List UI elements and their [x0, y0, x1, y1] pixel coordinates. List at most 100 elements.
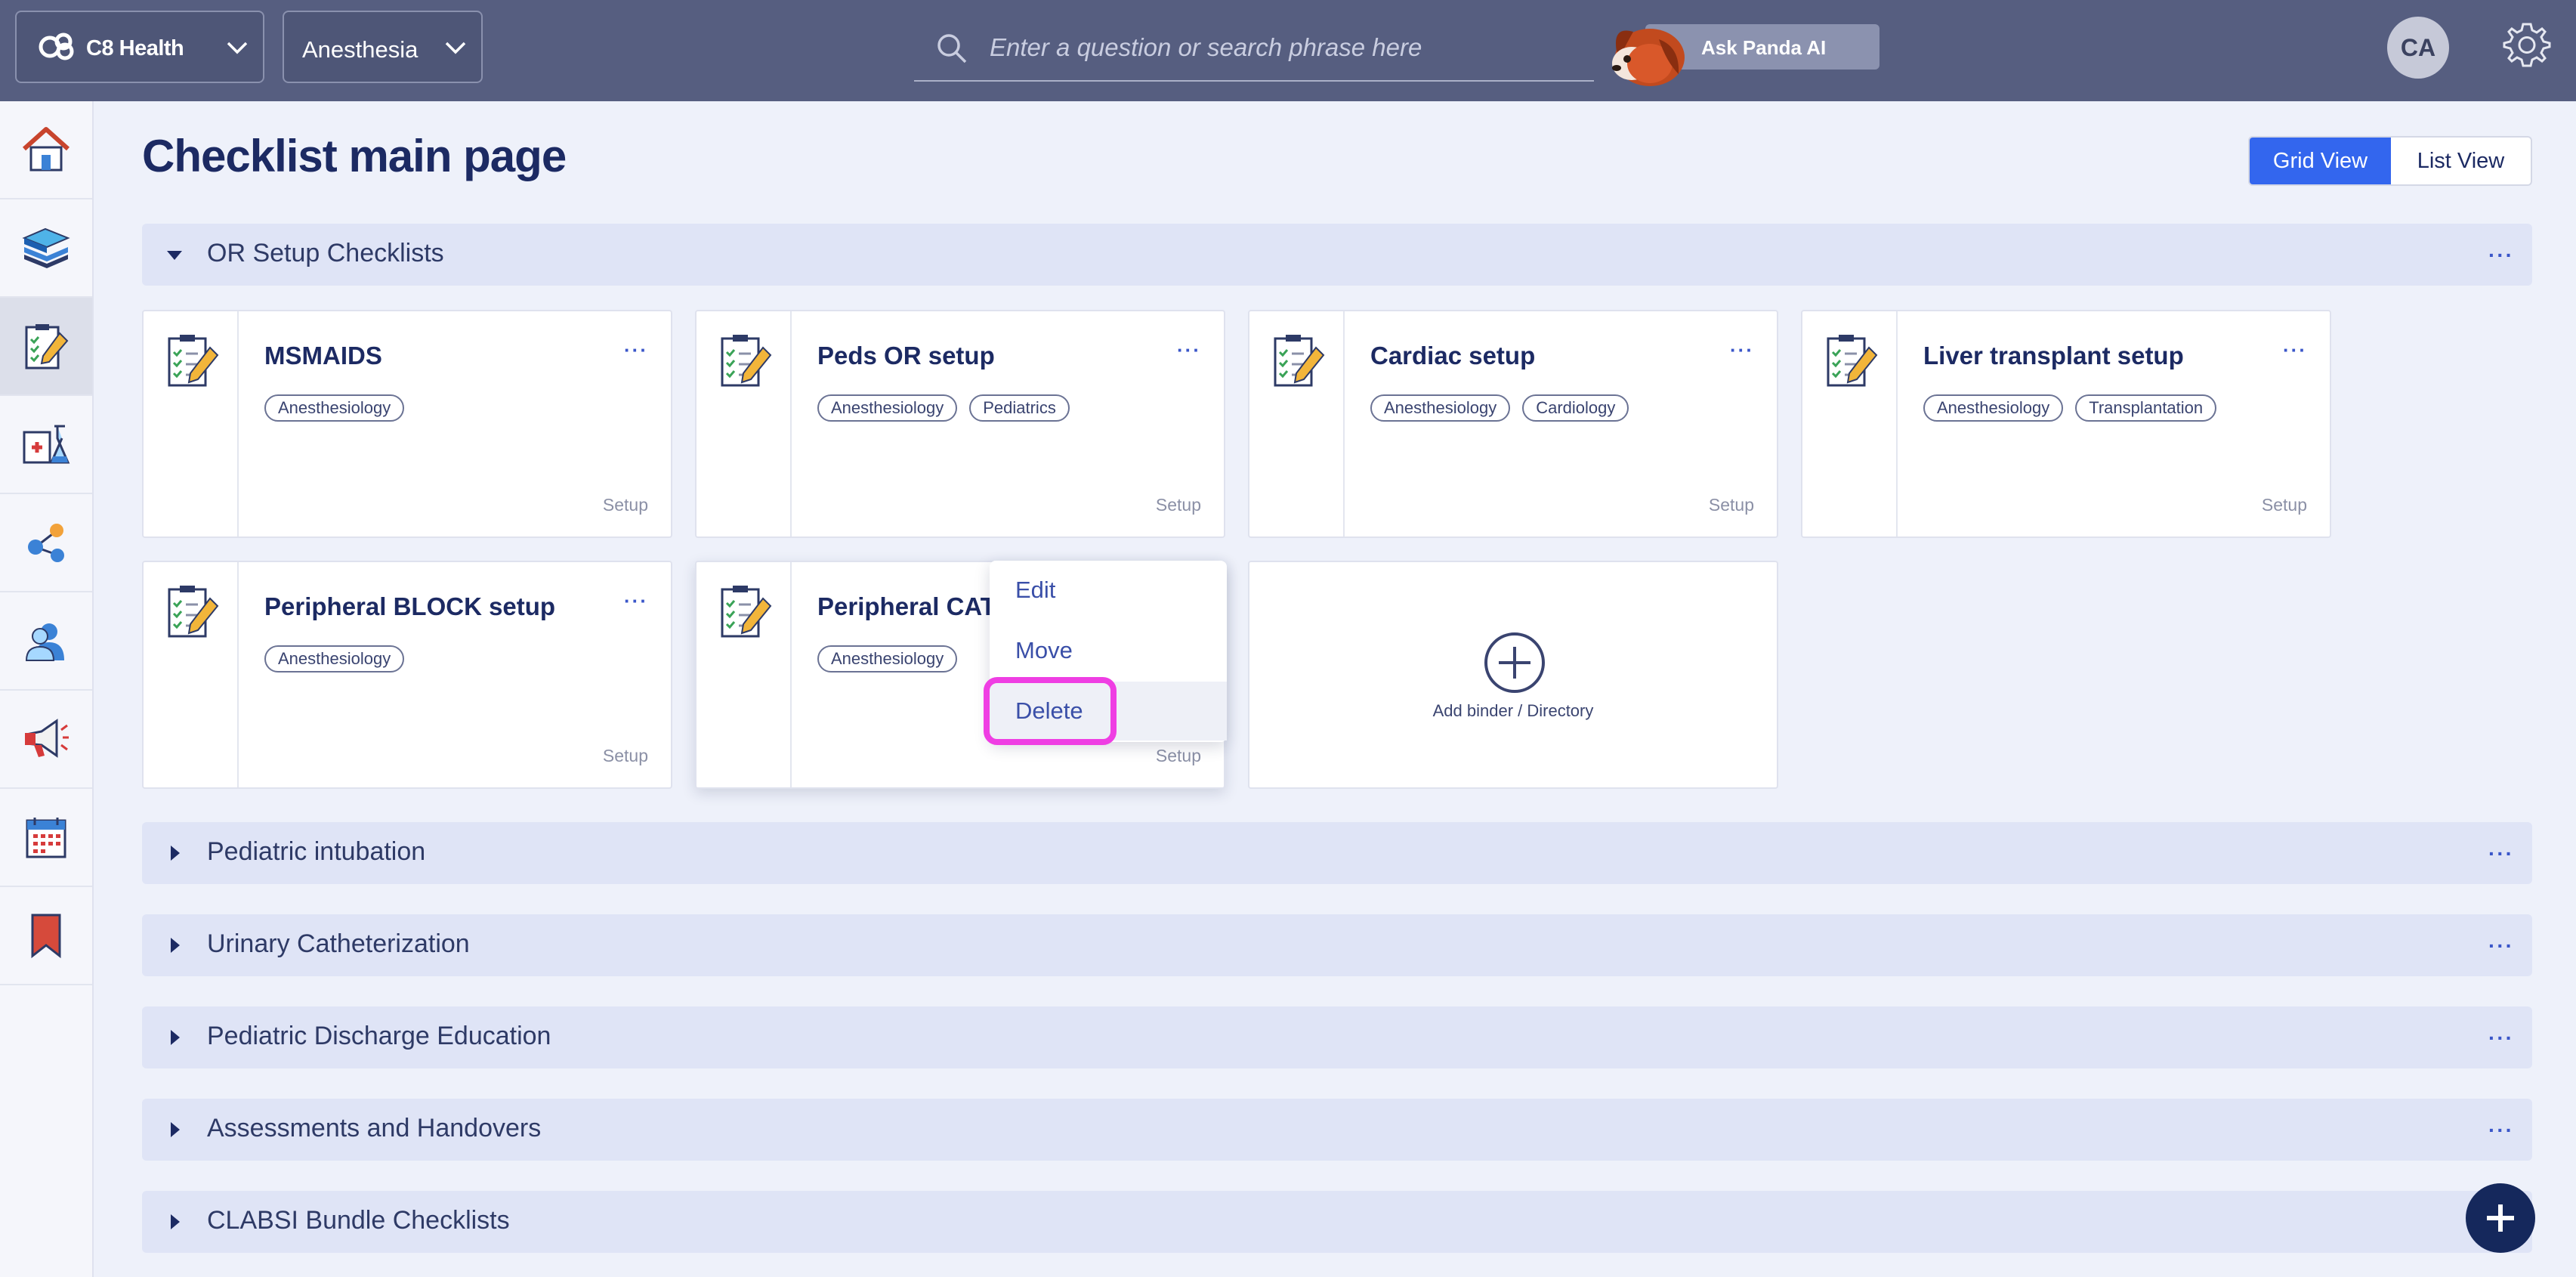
red-panda-icon — [1606, 17, 1689, 89]
menu-item-edit[interactable]: Edit — [990, 561, 1227, 620]
chevron-down-icon — [225, 38, 249, 57]
tag-cardiology: Cardiology — [1522, 394, 1629, 422]
view-toggle: Grid View List View — [2248, 136, 2532, 186]
tag-anesthesiology: Anesthesiology — [1923, 394, 2064, 422]
section-header[interactable]: Pediatric intubation ··· — [142, 822, 2532, 884]
section-header[interactable]: CLABSI Bundle Checklists — [142, 1191, 2532, 1253]
sidebar-item-users[interactable] — [0, 592, 92, 691]
library-books-icon — [20, 224, 73, 271]
org-selector[interactable]: C8 Health — [15, 11, 264, 83]
section-header[interactable]: Urinary Catheterization ··· — [142, 914, 2532, 976]
menu-item-move[interactable]: Move — [990, 621, 1227, 680]
users-icon — [23, 618, 69, 663]
more-options-icon[interactable]: ··· — [2488, 842, 2514, 866]
card-tags: Anesthesiology — [264, 394, 405, 422]
caret-right-icon[interactable] — [165, 1028, 184, 1047]
plus-circle-icon — [1482, 630, 1547, 695]
org-name: C8 Health — [86, 36, 184, 60]
checklist-card[interactable]: Peds OR setup ··· Anesthesiology Pediatr… — [695, 310, 1225, 538]
card-type: Setup — [602, 746, 648, 765]
card-type: Setup — [2261, 495, 2307, 515]
user-avatar[interactable]: CA — [2387, 17, 2449, 79]
tag-transplantation: Transplantation — [2075, 394, 2217, 422]
checklist-icon — [718, 331, 774, 390]
section-header[interactable]: Pediatric Discharge Education ··· — [142, 1006, 2532, 1068]
bookmark-icon — [28, 912, 64, 959]
home-icon — [20, 125, 73, 175]
checklist-icon — [1271, 331, 1327, 390]
sidebar-item-library[interactable] — [0, 199, 92, 298]
card-tags: Anesthesiology — [264, 645, 405, 673]
card-title: Cardiac setup — [1370, 342, 1536, 369]
top-bar: C8 Health Anesthesia Enter a question or… — [0, 0, 2576, 101]
checklist-icon — [165, 331, 221, 390]
more-options-icon[interactable]: ··· — [2488, 243, 2514, 267]
card-type: Setup — [1708, 495, 1754, 515]
caret-right-icon[interactable] — [165, 843, 184, 863]
section-title: CLABSI Bundle Checklists — [207, 1206, 510, 1235]
add-binder-card[interactable]: Add binder / Directory — [1248, 561, 1778, 789]
lab-icon — [21, 422, 71, 467]
card-title: Peripheral CAT — [817, 592, 996, 620]
section-header[interactable]: OR Setup Checklists ··· — [142, 224, 2532, 286]
tag-anesthesiology: Anesthesiology — [264, 645, 405, 673]
ask-panda-ai-label: Ask Panda AI — [1701, 36, 1827, 59]
card-title: Liver transplant setup — [1923, 342, 2184, 369]
plus-icon — [2466, 1183, 2535, 1253]
checklist-card[interactable]: MSMAIDS ··· Anesthesiology Setup — [142, 310, 672, 538]
c8-logo-icon — [38, 32, 80, 62]
checklist-card[interactable]: Peripheral BLOCK setup ··· Anesthesiolog… — [142, 561, 672, 789]
search-placeholder: Enter a question or search phrase here — [990, 33, 1422, 61]
announcements-icon — [22, 716, 70, 762]
department-name: Anesthesia — [302, 36, 419, 63]
network-icon — [23, 520, 69, 565]
checklist-card[interactable]: Liver transplant setup ··· Anesthesiolog… — [1801, 310, 2331, 538]
caret-right-icon[interactable] — [165, 1212, 184, 1232]
chevron-down-icon — [443, 38, 468, 57]
section-header[interactable]: Assessments and Handovers ··· — [142, 1099, 2532, 1161]
card-tags: Anesthesiology Cardiology — [1370, 394, 1629, 422]
grid-view-button[interactable]: Grid View — [2250, 138, 2391, 184]
more-options-icon[interactable]: ··· — [1730, 339, 1754, 362]
more-options-icon[interactable]: ··· — [1177, 339, 1201, 362]
card-type: Setup — [602, 495, 648, 515]
card-title: Peds OR setup — [817, 342, 995, 369]
more-options-icon[interactable]: ··· — [2488, 1118, 2514, 1142]
section-title: Assessments and Handovers — [207, 1114, 542, 1142]
list-view-button[interactable]: List View — [2391, 138, 2531, 184]
checklist-icon — [22, 321, 70, 371]
caret-right-icon[interactable] — [165, 1120, 184, 1139]
tag-anesthesiology: Anesthesiology — [817, 645, 958, 673]
gear-icon[interactable] — [2502, 20, 2552, 70]
sidebar-item-lab[interactable] — [0, 396, 92, 494]
delete-highlight-ring — [984, 677, 1117, 745]
sidebar-item-calendar[interactable] — [0, 789, 92, 887]
floating-add-button[interactable] — [2466, 1183, 2576, 1256]
section-title: Pediatric intubation — [207, 837, 426, 866]
more-options-icon[interactable]: ··· — [2488, 934, 2514, 958]
more-options-icon[interactable]: ··· — [2283, 339, 2307, 362]
search-input[interactable]: Enter a question or search phrase here — [914, 18, 1594, 82]
checklist-icon — [718, 582, 774, 641]
sidebar-item-bookmarks[interactable] — [0, 887, 92, 985]
sidebar-item-home[interactable] — [0, 101, 92, 199]
checklist-icon — [1824, 331, 1879, 390]
caret-down-icon[interactable] — [165, 245, 184, 264]
tag-anesthesiology: Anesthesiology — [1370, 394, 1511, 422]
sidebar-item-announcements[interactable] — [0, 691, 92, 789]
tag-anesthesiology: Anesthesiology — [264, 394, 405, 422]
card-tags: Anesthesiology Transplantation — [1923, 394, 2217, 422]
sidebar-item-network[interactable] — [0, 494, 92, 592]
caret-right-icon[interactable] — [165, 935, 184, 955]
card-tags: Anesthesiology — [817, 645, 958, 673]
more-options-icon[interactable]: ··· — [2488, 1026, 2514, 1050]
checklist-icon — [165, 582, 221, 641]
checklist-card[interactable]: Cardiac setup ··· Anesthesiology Cardiol… — [1248, 310, 1778, 538]
more-options-icon[interactable]: ··· — [624, 589, 648, 613]
calendar-icon — [24, 815, 68, 860]
more-options-icon[interactable]: ··· — [624, 339, 648, 362]
department-selector[interactable]: Anesthesia — [283, 11, 483, 83]
sidebar-item-checklists[interactable] — [0, 298, 92, 396]
card-type: Setup — [1155, 495, 1201, 515]
add-binder-label: Add binder / Directory — [1432, 701, 1594, 720]
